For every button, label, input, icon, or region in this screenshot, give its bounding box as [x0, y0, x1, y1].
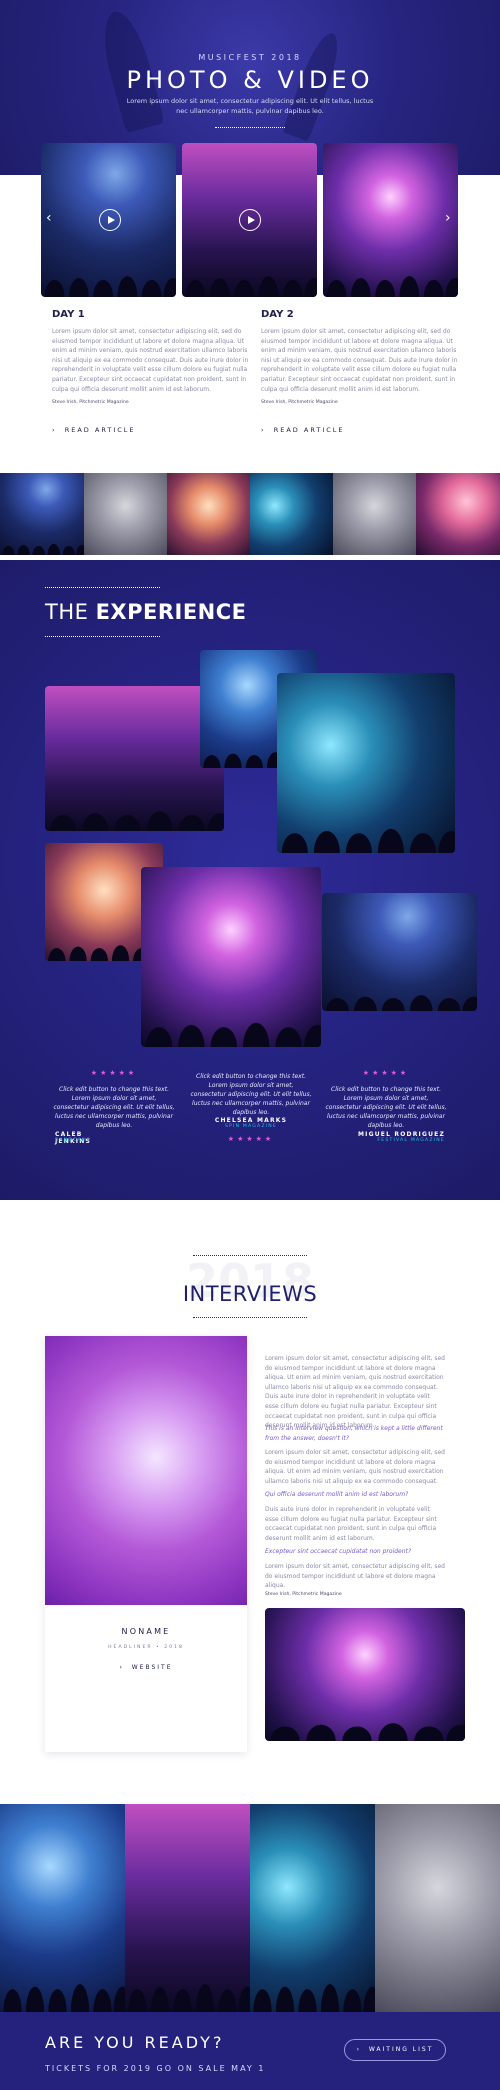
- hero-title: PHOTO & VIDEO: [126, 66, 374, 94]
- strip-photo-1: [0, 473, 84, 555]
- artist-portrait: [45, 1336, 247, 1605]
- bottom-photo-3: [250, 1804, 375, 2012]
- interview-paragraph-4: Lorem ipsum dolor sit amet, consectetur …: [265, 1563, 445, 1590]
- strip-photo-2: [84, 473, 167, 555]
- testimonial-1-role: BANDCAMP: [55, 1138, 91, 1143]
- waiting-list-button[interactable]: › WAITING LIST: [344, 2039, 446, 2061]
- testimonial-2-quote: Click edit button to change this text. L…: [190, 1073, 312, 1116]
- interview-paragraph-2: Lorem ipsum dolor sit amet, consectetur …: [265, 1449, 445, 1485]
- gallery-photo-3[interactable]: [277, 673, 455, 853]
- interviews-title: INTERVIEWS: [182, 1282, 318, 1306]
- gallery-photo-1[interactable]: [45, 686, 224, 831]
- gallery-photo-5[interactable]: [141, 867, 321, 1047]
- testimonial-3-stars: ★★★★★: [362, 1069, 410, 1077]
- carousel-video-1[interactable]: [41, 143, 176, 297]
- testimonial-2-stars: ★★★★★: [227, 1135, 275, 1143]
- footer-title: ARE YOU READY?: [45, 2033, 225, 2052]
- interview-question-1: This is an interview question, which is …: [265, 1425, 443, 1442]
- play-icon[interactable]: [99, 209, 121, 231]
- day-2-read-article-link[interactable]: › READ ARTICLE: [261, 426, 345, 434]
- bottom-photo-4: [375, 1804, 500, 2012]
- strip-photo-4: [250, 473, 333, 555]
- artist-name: NONAME: [121, 1627, 171, 1636]
- chevron-right-icon[interactable]: ›: [445, 210, 451, 226]
- experience-divider-top: [45, 587, 160, 588]
- day-1-read-article-link[interactable]: › READ ARTICLE: [52, 426, 136, 434]
- chevron-left-icon[interactable]: ‹: [46, 210, 52, 226]
- interview-paragraph-1: Lorem ipsum dolor sit amet, consectetur …: [265, 1355, 445, 1430]
- experience-title: THE EXPERIENCE: [45, 600, 247, 624]
- interview-question-2: Qui officia deserunt mollit anim id est …: [265, 1491, 409, 1498]
- strip-photo-6: [416, 473, 500, 555]
- testimonial-3-role: FESTIVAL MAGAZINE: [377, 1138, 445, 1143]
- bottom-photo-1: [0, 1804, 125, 2012]
- day-2-body: Lorem ipsum dolor sit amet, consectetur …: [261, 328, 458, 393]
- play-icon[interactable]: [239, 209, 261, 231]
- chevron-right-icon: ›: [261, 426, 274, 434]
- interview-photo: [265, 1608, 465, 1741]
- testimonial-3-quote: Click edit button to change this text. L…: [325, 1086, 447, 1129]
- artist-card: NONAME HEADLINER • 2018 › WEBSITE: [45, 1336, 247, 1752]
- chevron-right-icon: ›: [356, 2046, 369, 2053]
- testimonial-2-role: SPIN MAGAZINE: [224, 1124, 278, 1129]
- testimonial-1-stars: ★★★★★: [90, 1069, 138, 1077]
- interviews-divider-bottom: [193, 1317, 307, 1318]
- hero-eyebrow: MUSICFEST 2018: [198, 53, 302, 62]
- carousel-photo-3[interactable]: [323, 143, 458, 297]
- strip-photo-5: [333, 473, 416, 555]
- chevron-right-icon: ›: [119, 1664, 132, 1671]
- experience-divider-bottom: [45, 636, 160, 637]
- chevron-right-icon: ›: [52, 426, 65, 434]
- hero-divider: [215, 127, 285, 128]
- bottom-photo-2: [125, 1804, 250, 2012]
- interview-credit: Steve Irish, Pitchmetric Magazine: [265, 1592, 342, 1597]
- footer-subtitle: TICKETS FOR 2019 GO ON SALE MAY 1: [45, 2064, 266, 2073]
- day-1-title: DAY 1: [52, 309, 85, 320]
- testimonial-2-name: CHELSEA MARKS: [214, 1117, 288, 1124]
- interview-question-3: Excepteur sint occaecat cupidatat non pr…: [265, 1548, 412, 1555]
- gallery-photo-6[interactable]: [322, 893, 477, 1011]
- day-1-credit: Steve Irish, Pitchmetric Magazine: [52, 400, 129, 405]
- hero-subtitle: Lorem ipsum dolor sit amet, consectetur …: [126, 97, 374, 115]
- testimonial-3-name: MIGUEL RODRIGUEZ: [357, 1131, 445, 1138]
- interview-paragraph-3: Duis aute irure dolor in reprehenderit i…: [265, 1506, 437, 1542]
- testimonial-1-quote: Click edit button to change this text. L…: [53, 1086, 175, 1129]
- day-2-credit: Steve Irish, Pitchmetric Magazine: [261, 400, 338, 405]
- carousel-video-2[interactable]: [182, 143, 317, 297]
- artist-role: HEADLINER • 2018: [108, 1645, 184, 1650]
- day-1-body: Lorem ipsum dolor sit amet, consectetur …: [52, 328, 249, 393]
- day-2-title: DAY 2: [261, 309, 294, 320]
- website-link[interactable]: › WEBSITE: [45, 1664, 247, 1671]
- strip-photo-3: [167, 473, 250, 555]
